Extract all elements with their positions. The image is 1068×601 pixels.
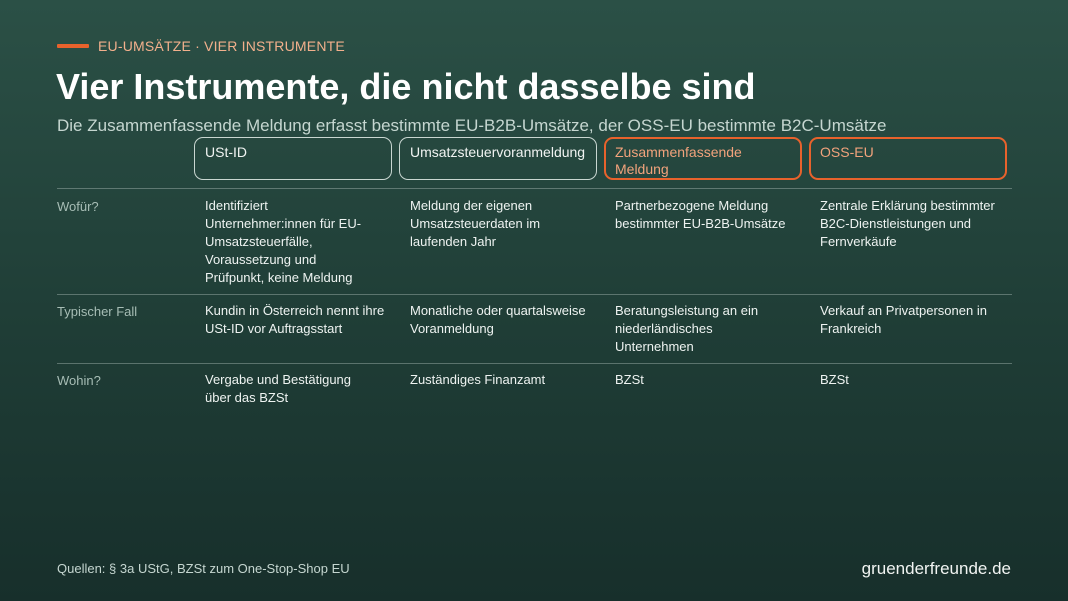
column-header-ust-id: USt-ID (194, 137, 392, 180)
accent-bar (57, 44, 89, 48)
row-divider (57, 363, 1012, 364)
column-header-voranmeldung: Umsatzsteuervoranmeldung (399, 137, 597, 180)
table-cell: Partnerbezogene Meldung bestimmter EU-B2… (615, 198, 786, 231)
row-label-wohin: Wohin? (57, 373, 101, 388)
brand-url: gruenderfreunde.de (861, 559, 1011, 578)
table-cell: Vergabe und Bestätigung über das BZSt (205, 372, 352, 405)
kicker-label: EU-UMSÄTZE · VIER INSTRUMENTE (98, 38, 345, 54)
table-cell: Monatliche oder quartalsweise Voranmeldu… (410, 303, 586, 336)
row-divider (57, 188, 1012, 189)
row-divider (57, 294, 1012, 295)
column-header-zusammenfassende-meldung: Zusammenfassende Meldung (604, 137, 802, 180)
row-label-typischer-fall: Typischer Fall (57, 304, 138, 319)
table-cell: Beratungsleistung an ein niederländische… (615, 303, 759, 354)
table-cell: Zuständiges Finanzamt (410, 372, 546, 387)
page-title: Vier Instrumente, die nicht dasselbe sin… (56, 66, 756, 107)
row-label-wofuer: Wofür? (57, 199, 99, 214)
table-cell: Kundin in Österreich nennt ihre USt-ID v… (205, 303, 385, 336)
column-header-oss-eu: OSS-EU (809, 137, 1007, 180)
table-cell: BZSt (615, 372, 644, 387)
table-cell: BZSt (820, 372, 849, 387)
page-subtitle: Die Zusammenfassende Meldung erfasst bes… (57, 116, 887, 135)
table-cell: Identifiziert Unternehmer:innen für EU-U… (205, 198, 362, 285)
table-cell: Zentrale Erklärung bestimmter B2C-Dienst… (820, 198, 995, 249)
sources-note: Quellen: § 3a UStG, BZSt zum One-Stop-Sh… (57, 561, 350, 576)
table-cell: Meldung der eigenen Umsatzsteuerdaten im… (410, 198, 541, 249)
kicker: EU-UMSÄTZE · VIER INSTRUMENTE (57, 38, 345, 54)
table-cell: Verkauf an Privatpersonen in Frankreich (820, 303, 987, 336)
